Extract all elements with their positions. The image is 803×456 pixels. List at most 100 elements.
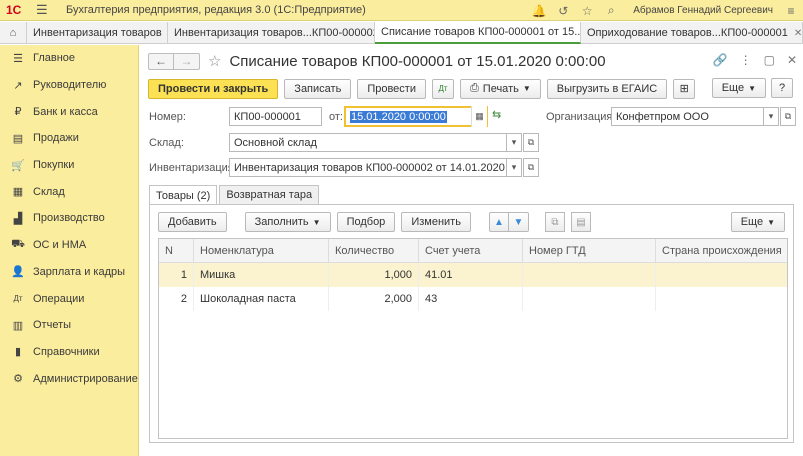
tab-goods[interactable]: Товары (2) bbox=[149, 185, 218, 205]
maximize-icon[interactable]: ▢ bbox=[764, 53, 775, 67]
select-button[interactable]: Подбор bbox=[336, 212, 396, 232]
tab-inventory-doc[interactable]: Инвентаризация товаров...КП00-000002✕ bbox=[168, 22, 375, 44]
fill-button[interactable]: Заполнить ▼ bbox=[244, 212, 331, 232]
document-title: Списание товаров КП00-000001 от 15.01.20… bbox=[229, 52, 606, 70]
open-organization-icon[interactable]: ⧉ bbox=[780, 107, 796, 126]
sidebar-item-label: Производство bbox=[33, 212, 105, 225]
sidebar-item-admin[interactable]: ⚙ Администрирование bbox=[0, 365, 138, 392]
inventory-field[interactable]: Инвентаризация товаров КП00-000002 от 14… bbox=[229, 158, 522, 177]
gear-icon: ⚙ bbox=[13, 373, 23, 386]
back-button[interactable]: ← bbox=[148, 52, 174, 70]
post-and-close-button[interactable]: Провести и закрыть bbox=[148, 78, 279, 99]
main-menu-icon[interactable]: ☰ bbox=[36, 2, 52, 18]
add-button[interactable]: Добавить bbox=[158, 212, 227, 232]
date-value: 15.01.2020 0:00:00 bbox=[350, 110, 447, 123]
sidebar-item-warehouse[interactable]: ▦ Склад bbox=[0, 178, 138, 205]
tab-label: Оприходование товаров...КП00-000001 bbox=[587, 27, 788, 39]
search-icon[interactable]: ⌕ bbox=[599, 3, 623, 18]
tab-returnable-packaging[interactable]: Возвратная тара bbox=[219, 185, 320, 204]
warehouse-label: Склад: bbox=[149, 137, 184, 149]
calendar-icon[interactable]: ▦ bbox=[471, 106, 487, 127]
close-icon[interactable]: ✕ bbox=[787, 53, 797, 67]
column-header[interactable]: Номер ГТД bbox=[523, 239, 656, 263]
sidebar-item-purchases[interactable]: 🛒 Покупки bbox=[0, 152, 138, 179]
open-windows-tabs: ⌂ Инвентаризация товаров✕ Инвентаризация… bbox=[0, 22, 803, 44]
link-icon[interactable]: 🔗 bbox=[713, 53, 728, 67]
tab-writeoff-doc[interactable]: Списание товаров КП00-000001 от 15...✕ bbox=[375, 22, 581, 44]
post-button[interactable]: Провести bbox=[357, 78, 426, 99]
country-cell[interactable] bbox=[656, 263, 787, 287]
gtd-cell[interactable] bbox=[523, 263, 656, 287]
move-up-icon[interactable]: ▲ bbox=[488, 212, 509, 232]
sidebar-item-operations[interactable]: Дт Операции bbox=[0, 285, 138, 312]
column-header[interactable]: Количество bbox=[329, 239, 419, 263]
save-button[interactable]: Записать bbox=[284, 78, 352, 99]
table-row[interactable]: 1 Мишка 1,000 41.01 bbox=[159, 263, 787, 287]
person-icon: 👤 bbox=[11, 266, 25, 279]
dropdown-arrow-icon[interactable]: ▾ bbox=[506, 133, 522, 152]
export-egais-button[interactable]: Выгрузить в ЕГАИС bbox=[546, 78, 668, 99]
number-field[interactable]: КП00-000001 bbox=[229, 107, 322, 126]
home-icon[interactable]: ⌂ bbox=[0, 22, 27, 44]
gtd-cell[interactable] bbox=[523, 287, 656, 311]
column-header[interactable]: Счет учета bbox=[419, 239, 523, 263]
sidebar-item-catalogs[interactable]: ▮ Справочники bbox=[0, 339, 138, 366]
sidebar-item-salary[interactable]: 👤 Зарплата и кадры bbox=[0, 259, 138, 286]
tab-inventory[interactable]: Инвентаризация товаров✕ bbox=[27, 22, 168, 44]
item-cell[interactable]: Шоколадная паста bbox=[194, 287, 329, 311]
sidebar-item-assets[interactable]: ⛟ ОС и НМА bbox=[0, 232, 138, 259]
favorite-star-icon[interactable]: ☆ bbox=[208, 52, 221, 70]
column-header[interactable]: N bbox=[159, 239, 194, 263]
sidebar-item-sales[interactable]: ▤ Продажи bbox=[0, 125, 138, 152]
printer-icon: ⎙ bbox=[469, 82, 479, 94]
structure-icon[interactable]: ⊞ bbox=[673, 78, 696, 99]
warehouse-icon: ▦ bbox=[12, 186, 24, 199]
date-field[interactable]: 15.01.2020 0:00:00 ▦ bbox=[344, 106, 488, 127]
more-button[interactable]: Еще ▼ bbox=[711, 78, 766, 98]
column-header[interactable]: Страна происхождения bbox=[656, 239, 787, 263]
print-button[interactable]: ⎙ Печать ▼ bbox=[459, 78, 541, 99]
sidebar-item-production[interactable]: ▟ Производство bbox=[0, 205, 138, 232]
sidebar-item-label: ОС и НМА bbox=[33, 239, 87, 252]
sidebar-item-main[interactable]: ☰ Главное bbox=[0, 45, 138, 72]
item-cell[interactable]: Мишка bbox=[194, 263, 329, 287]
settings-icon[interactable]: ≡ bbox=[779, 4, 803, 18]
sidebar-item-reports[interactable]: ▥ Отчеты bbox=[0, 312, 138, 339]
chevron-down-icon: ▼ bbox=[312, 217, 321, 227]
dropdown-arrow-icon[interactable]: ▾ bbox=[506, 159, 521, 176]
open-warehouse-icon[interactable]: ⧉ bbox=[523, 133, 539, 152]
quantity-cell[interactable]: 2,000 bbox=[329, 287, 419, 311]
favorites-icon[interactable]: ☆ bbox=[575, 4, 599, 18]
copy-icon[interactable]: ⧉ bbox=[544, 212, 565, 232]
tab-receipt-doc[interactable]: Оприходование товаров...КП00-000001 ✕ bbox=[581, 22, 803, 44]
warehouse-field[interactable]: Основной склад ▾ bbox=[229, 133, 522, 152]
organization-field[interactable]: Конфетпром ООО ▾ bbox=[611, 107, 779, 126]
table-more-button[interactable]: Еще ▼ bbox=[730, 212, 785, 232]
debit-credit-icon[interactable]: Дт bbox=[431, 78, 454, 99]
more-label: Еще bbox=[721, 82, 745, 94]
country-cell[interactable] bbox=[656, 287, 787, 311]
close-icon[interactable]: ✕ bbox=[794, 28, 802, 39]
sidebar-item-bank[interactable]: ₽ Банк и касса bbox=[0, 98, 138, 125]
account-cell[interactable]: 41.01 bbox=[419, 263, 523, 287]
table-row[interactable]: 2 Шоколадная паста 2,000 43 bbox=[159, 287, 787, 311]
sidebar-item-manager[interactable]: ↗ Руководителю bbox=[0, 72, 138, 99]
paste-icon[interactable]: ▤ bbox=[570, 212, 591, 232]
forward-button[interactable]: → bbox=[174, 52, 200, 70]
quantity-cell[interactable]: 1,000 bbox=[329, 263, 419, 287]
column-header[interactable]: Номенклатура bbox=[194, 239, 329, 263]
help-button[interactable]: ? bbox=[771, 78, 793, 98]
dropdown-arrow-icon[interactable]: ▾ bbox=[763, 107, 779, 126]
change-button[interactable]: Изменить bbox=[401, 212, 471, 232]
user-name[interactable]: Абрамов Геннадий Сергеевич bbox=[633, 5, 773, 16]
report-icon: ▥ bbox=[12, 319, 24, 332]
table-toolbar: Добавить Заполнить ▼ Подбор Изменить ▲ ▼ … bbox=[158, 212, 591, 232]
date-approve-icon[interactable]: ⇆ bbox=[492, 108, 501, 121]
account-cell[interactable]: 43 bbox=[419, 287, 523, 311]
move-down-icon[interactable]: ▼ bbox=[508, 212, 529, 232]
history-icon[interactable]: ↺ bbox=[551, 4, 575, 18]
chevron-down-icon: ▼ bbox=[522, 84, 531, 93]
notifications-icon[interactable]: 🔔 bbox=[527, 4, 551, 18]
more-options-icon[interactable]: ⋮ bbox=[740, 53, 752, 67]
open-inventory-icon[interactable]: ⧉ bbox=[523, 158, 539, 177]
